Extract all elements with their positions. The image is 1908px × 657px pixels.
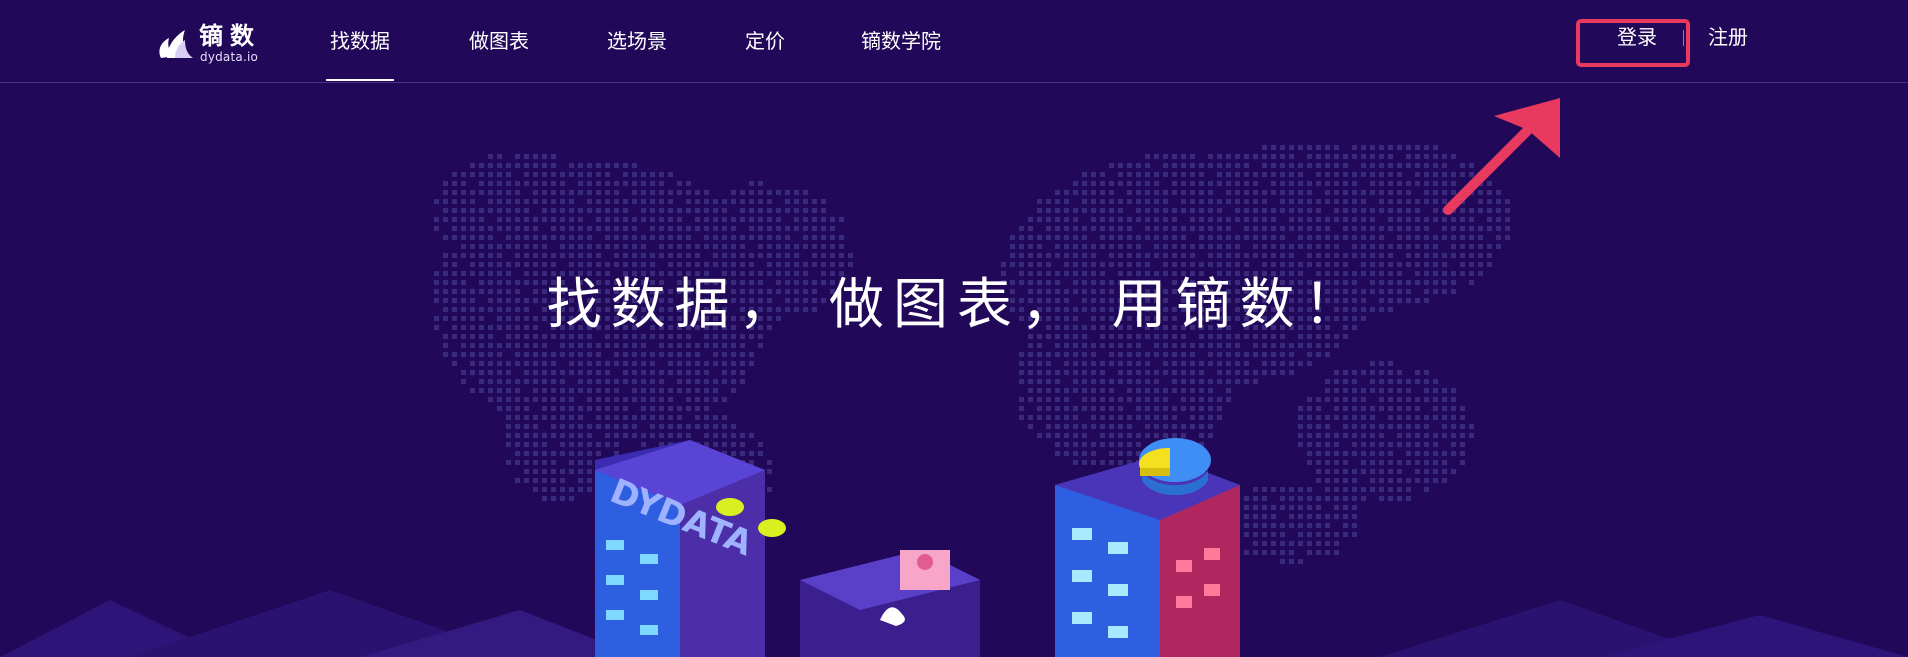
logo-name: 镝数 (199, 22, 261, 50)
arrow-up-right-icon (1443, 98, 1560, 215)
logo-domain: dydata.io (200, 50, 259, 64)
nav-item-make-chart[interactable]: 做图表 (469, 27, 529, 55)
nav-item-find-data[interactable]: 找数据 (326, 27, 394, 81)
nav-item-pricing[interactable]: 定价 (745, 27, 785, 55)
nav-item-academy[interactable]: 镝数学院 (861, 27, 941, 55)
isometric-city-illustration: DYDATA (595, 438, 1240, 657)
nav-item-choose-scene[interactable]: 选场景 (607, 27, 667, 55)
page: 镝数 dydata.io 找数据 做图表 选场景 定价 镝数学院 登录 注册 找… (0, 0, 1908, 657)
register-link[interactable]: 注册 (1708, 24, 1748, 50)
login-highlight-box (1576, 19, 1690, 67)
hero-headline: 找数据， 做图表， 用镝数！ (546, 271, 1368, 336)
leaf-drop-icon (159, 30, 193, 58)
logo[interactable]: 镝数 dydata.io (155, 22, 265, 64)
